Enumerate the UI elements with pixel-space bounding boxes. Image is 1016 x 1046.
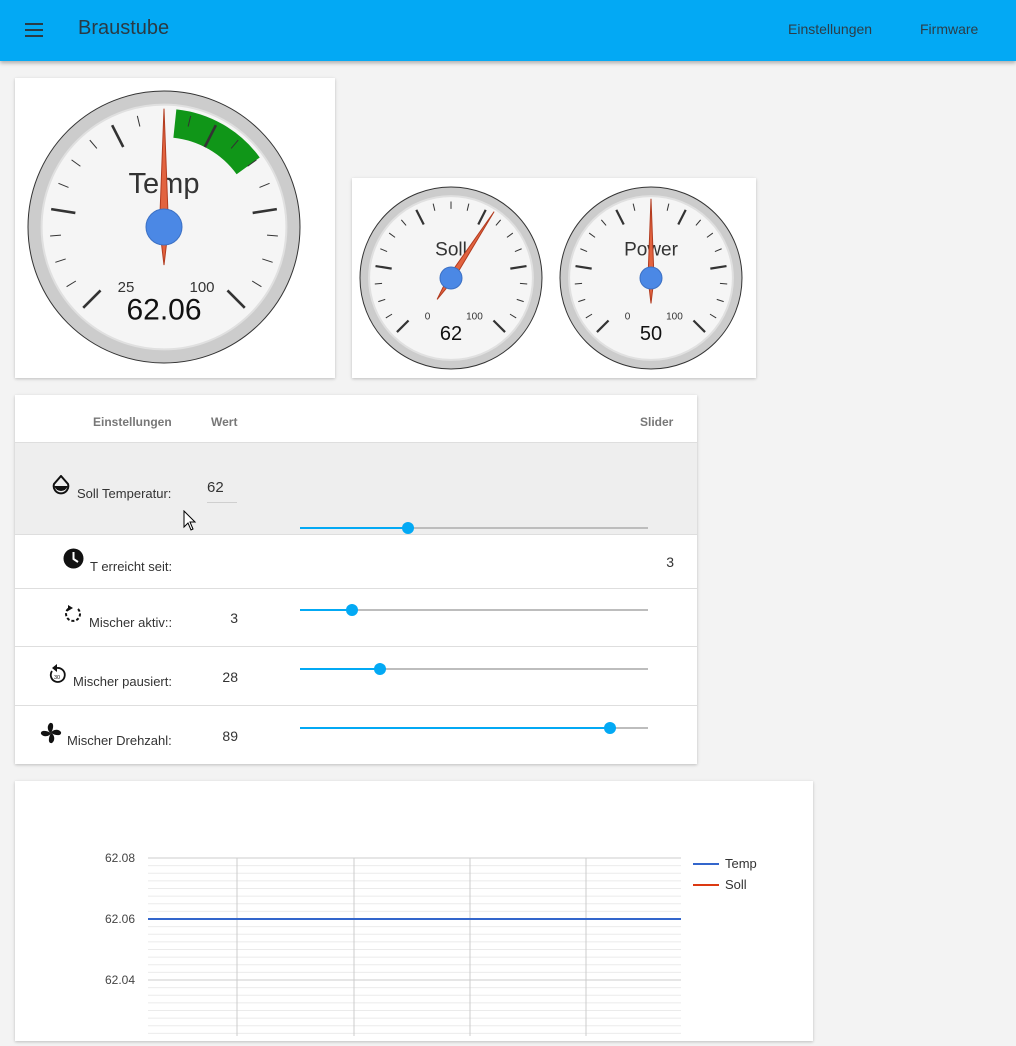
y-tick-label: 62.06 bbox=[105, 912, 135, 926]
header-wert: Wert bbox=[211, 415, 238, 429]
table-row: 30 Mischer pausiert: 28 bbox=[15, 646, 697, 705]
soll-temperatur-input[interactable]: 62 bbox=[207, 479, 237, 503]
nav-firmware[interactable]: Firmware bbox=[920, 21, 978, 37]
gauge-hub bbox=[639, 266, 663, 290]
gauge-minor-tick bbox=[374, 282, 383, 285]
legend-line-temp bbox=[693, 863, 719, 865]
gauge-minor-tick bbox=[574, 282, 583, 285]
fan-icon bbox=[40, 722, 62, 744]
table-row: Mischer Drehzahl: 89 bbox=[15, 705, 697, 765]
mischer-pausiert-slider[interactable] bbox=[300, 662, 648, 676]
temp-gauge: Temp2510062.06 bbox=[27, 90, 301, 364]
header-slider: Slider bbox=[640, 415, 674, 429]
app-title: Braustube bbox=[78, 17, 170, 39]
temp-gauge-card: Temp2510062.06 bbox=[15, 78, 335, 378]
clock-icon bbox=[63, 548, 84, 569]
water-drop-icon bbox=[52, 475, 70, 495]
mischer-drehzahl-value: 89 bbox=[222, 728, 238, 744]
t-erreicht-value: 3 bbox=[666, 554, 674, 570]
gauge-minor-tick bbox=[719, 282, 728, 285]
legend-label-soll: Soll bbox=[725, 877, 747, 892]
gauge-max-label: 100 bbox=[666, 311, 683, 322]
gauge-hub bbox=[145, 208, 183, 246]
row-label: Mischer Drehzahl: bbox=[67, 733, 172, 748]
mischer-pausiert-value: 28 bbox=[222, 669, 238, 685]
table-row: Soll Temperatur: 62 bbox=[15, 442, 697, 534]
history-chart-card: 62.08 62.06 62.04 Temp Soll bbox=[15, 781, 813, 1041]
table-row: T erreicht seit: 3 bbox=[15, 534, 697, 588]
rotate-icon bbox=[65, 605, 81, 622]
replay-30-icon: 30 bbox=[49, 664, 66, 683]
app-bar: Braustube Einstellungen Firmware bbox=[0, 0, 1016, 61]
soll-temperatur-slider[interactable] bbox=[300, 521, 648, 535]
gauge-value: 62 bbox=[440, 323, 462, 345]
mouse-cursor-icon bbox=[183, 510, 197, 531]
gauge-hub bbox=[439, 266, 463, 290]
mischer-aktiv-value: 3 bbox=[230, 610, 238, 626]
legend-line-soll bbox=[693, 884, 719, 886]
gauge-min-label: 0 bbox=[625, 311, 631, 322]
slider-thumb[interactable] bbox=[374, 663, 387, 675]
mischer-aktiv-slider[interactable] bbox=[300, 603, 648, 617]
gauge-min-label: 0 bbox=[425, 311, 431, 322]
slider-thumb[interactable] bbox=[603, 722, 616, 734]
gauge-value: 50 bbox=[640, 323, 662, 345]
legend-label-temp: Temp bbox=[725, 856, 757, 871]
legend-item-soll: Soll bbox=[693, 877, 747, 892]
gauge-value: 62.06 bbox=[126, 293, 201, 326]
row-label: Mischer aktiv:: bbox=[89, 615, 173, 630]
header-einstellungen: Einstellungen bbox=[93, 415, 172, 429]
legend-item-temp: Temp bbox=[693, 856, 757, 871]
gauges-card: Soll010062 Power010050 bbox=[352, 178, 756, 378]
table-row: Mischer aktiv:: 3 bbox=[15, 588, 697, 646]
history-chart: 62.08 62.06 62.04 bbox=[105, 851, 681, 1036]
row-label: Soll Temperatur: bbox=[77, 486, 172, 501]
row-label: T erreicht seit: bbox=[90, 559, 173, 574]
slider-thumb[interactable] bbox=[346, 604, 359, 616]
svg-text:30: 30 bbox=[54, 675, 60, 681]
menu-icon[interactable] bbox=[20, 18, 48, 42]
slider-thumb[interactable] bbox=[401, 522, 414, 534]
row-label: Mischer pausiert: bbox=[73, 674, 172, 689]
mischer-drehzahl-slider[interactable] bbox=[300, 721, 648, 735]
gauge-minor-tick bbox=[519, 282, 528, 285]
soll-gauge: Soll0 10062 bbox=[359, 186, 543, 370]
gauge-max-label: 100 bbox=[466, 311, 483, 322]
y-tick-label: 62.08 bbox=[105, 851, 135, 865]
nav-einstellungen[interactable]: Einstellungen bbox=[788, 21, 872, 37]
settings-table: Einstellungen Wert Slider Soll Temperatu… bbox=[15, 395, 697, 764]
power-gauge: Power010050 bbox=[559, 186, 743, 370]
y-tick-label: 62.04 bbox=[105, 973, 135, 987]
